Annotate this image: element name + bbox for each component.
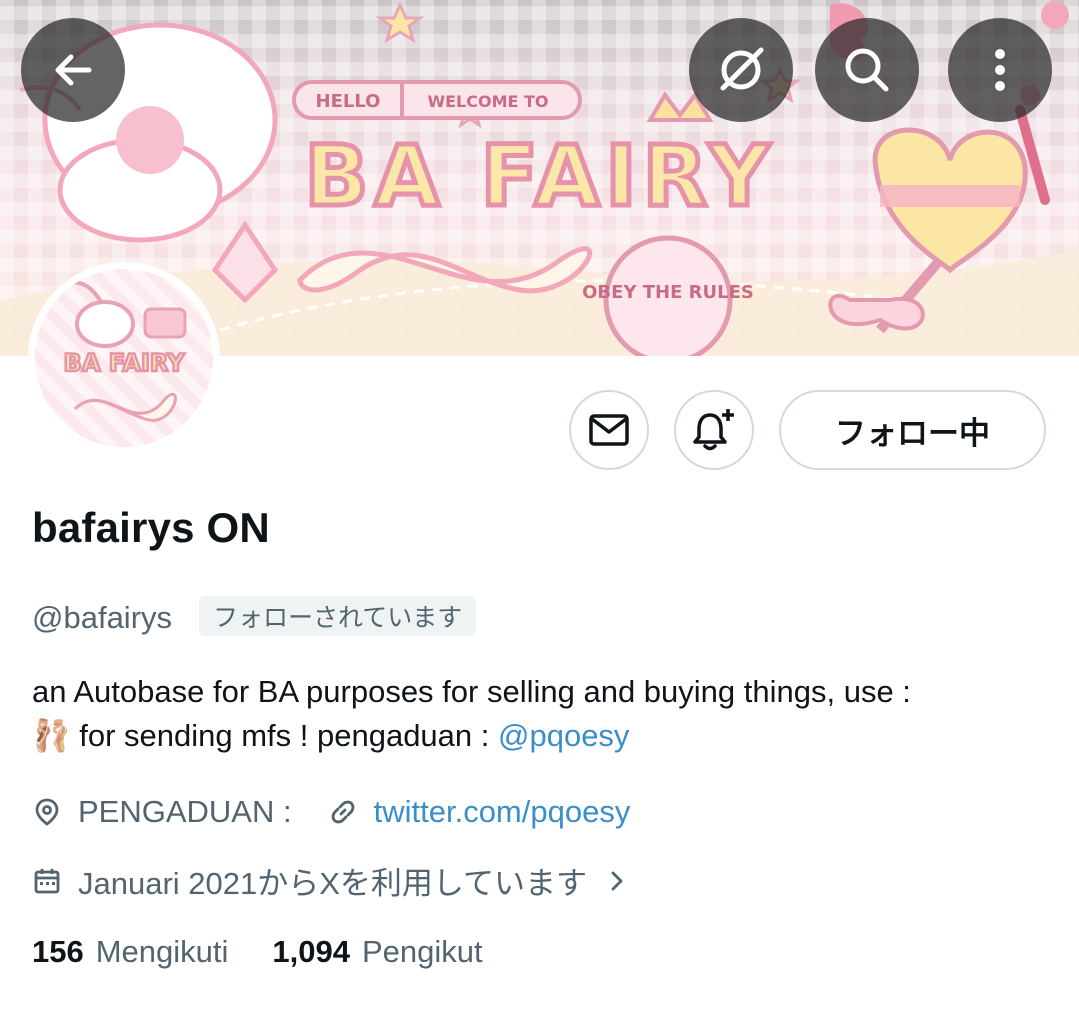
- following-count: 156: [32, 934, 84, 969]
- joined-row[interactable]: Januari 2021からXを利用しています: [32, 858, 627, 903]
- notification-button[interactable]: [674, 390, 754, 470]
- following-stat[interactable]: 156 Mengikuti: [32, 934, 228, 970]
- user-handle: @bafairys: [32, 600, 173, 635]
- ballet-shoes-emoji: 🩰: [32, 718, 71, 753]
- bio-mention-link[interactable]: @pqoesy: [498, 718, 629, 753]
- website-link[interactable]: twitter.com/pqoesy: [374, 794, 631, 830]
- grok-button[interactable]: [689, 18, 793, 122]
- search-button[interactable]: [815, 18, 919, 122]
- mail-icon: [589, 414, 629, 446]
- location-website-row: PENGADUAN : twitter.com/pqoesy: [32, 794, 630, 830]
- followers-stat[interactable]: 1,094 Pengikut: [272, 934, 482, 970]
- search-icon: [845, 48, 889, 92]
- bio-line-1: an Autobase for BA purposes for selling …: [32, 674, 911, 709]
- following-label: Mengikuti: [95, 934, 229, 969]
- avatar-logo: BA FAIRY: [53, 280, 187, 422]
- bio: an Autobase for BA purposes for selling …: [32, 670, 1052, 758]
- avatar-image: BA FAIRY: [35, 269, 213, 447]
- display-name: bafairys ON: [32, 504, 270, 551]
- location-pin-icon: [35, 798, 59, 826]
- follows-you-badge: フォローされています: [199, 596, 477, 636]
- location-text: PENGADUAN :: [78, 794, 292, 829]
- more-button[interactable]: [948, 18, 1052, 122]
- banner-title-text: BA FAIRY: [304, 127, 775, 225]
- followers-label: Pengikut: [362, 934, 483, 969]
- follow-stats: 156 Mengikuti 1,094 Pengikut: [32, 934, 483, 970]
- back-arrow-icon: [55, 54, 92, 86]
- avatar-text: BA FAIRY: [64, 349, 186, 377]
- joined-text: Januari 2021からXを利用しています: [78, 866, 587, 901]
- message-button[interactable]: [569, 390, 649, 470]
- following-button[interactable]: フォロー中: [779, 390, 1046, 470]
- followers-count: 1,094: [272, 934, 350, 969]
- grok-icon: [720, 47, 764, 91]
- bio-line-2: 🩰 for sending mfs ! pengaduan : @pqoesy: [32, 714, 1052, 758]
- banner-hello-text: HELLO: [316, 91, 381, 112]
- calendar-icon: [34, 868, 60, 893]
- banner-welcome-text: WELCOME TO: [427, 92, 548, 111]
- avatar[interactable]: BA FAIRY: [28, 262, 220, 454]
- bio-text: for sending mfs ! pengaduan :: [70, 718, 498, 753]
- bell-plus-icon: [693, 409, 734, 451]
- link-icon: [331, 800, 354, 824]
- more-vertical-icon: [995, 49, 1005, 91]
- banner-badge-text: OBEY THE RULES: [582, 282, 754, 303]
- chevron-right-icon: [611, 871, 623, 890]
- back-button[interactable]: [21, 18, 125, 122]
